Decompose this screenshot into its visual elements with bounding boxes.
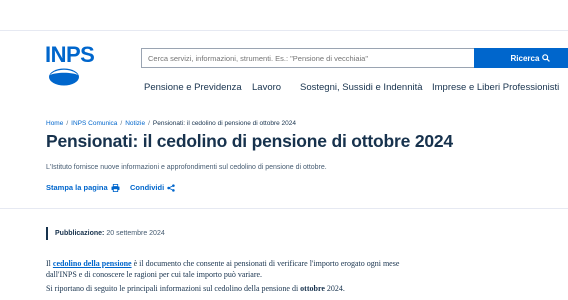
logo-mark-icon: [49, 68, 79, 86]
search-button-label: Ricerca: [510, 53, 540, 63]
nav-item-sostegni[interactable]: Sostegni, Sussidi e Indennità: [300, 82, 423, 93]
logo-text: INPS: [45, 42, 95, 67]
paragraph-1-line-1: Il cedolino della pensione è il document…: [46, 259, 399, 268]
nav-item-lavoro[interactable]: Lavoro: [252, 82, 281, 93]
breadcrumb-separator: /: [148, 120, 150, 127]
paragraph-text: 2024.: [324, 284, 345, 293]
search-bar: Ricerca: [141, 48, 568, 68]
page-subtitle: L'Istituto fornisce nuove informazioni e…: [46, 164, 327, 171]
cedolino-link[interactable]: cedolino della pensione: [53, 259, 132, 268]
nav-item-imprese[interactable]: Imprese e Liberi Professionisti: [432, 82, 559, 93]
breadcrumb-notizie[interactable]: Notizie: [125, 120, 145, 127]
page-title: Pensionati: il cedolino di pensione di o…: [46, 131, 453, 151]
paragraph-text: è il documento che consente ai pensionat…: [131, 259, 400, 268]
breadcrumb-home[interactable]: Home: [46, 120, 63, 127]
inps-logo[interactable]: INPS: [45, 44, 95, 92]
breadcrumb: Home / INPS Comunica / Notizie / Pensionati: i…: [46, 120, 296, 127]
paragraph-1-line-2: dall'INPS e di conoscere le ragioni per …: [46, 270, 263, 279]
share-label: Condividi: [130, 183, 165, 192]
share-link[interactable]: Condividi: [130, 183, 175, 192]
search-icon: [542, 54, 551, 62]
search-button[interactable]: Ricerca: [474, 48, 568, 68]
top-bar: [0, 0, 568, 30]
paragraph-text: Si riportano di seguito le principali in…: [46, 284, 301, 293]
printer-icon: [111, 183, 120, 192]
print-page-label: Stampa la pagina: [46, 183, 108, 192]
share-icon: [167, 183, 175, 192]
paragraph-2: Si riportano di seguito le principali in…: [46, 284, 345, 293]
header-divider: [0, 30, 568, 31]
paragraph-bold: ottobre: [300, 284, 325, 293]
publication-info: Pubblicazione: 20 settembre 2024: [46, 227, 165, 240]
publication-label: Pubblicazione:: [55, 230, 105, 237]
nav-item-pensione-previdenza[interactable]: Pensione e Previdenza: [144, 82, 242, 93]
paragraph-text: Il: [46, 259, 53, 268]
breadcrumb-current: Pensionati: il cedolino di pensione di o…: [152, 120, 297, 127]
section-divider: [0, 208, 568, 209]
print-page-link[interactable]: Stampa la pagina: [46, 183, 120, 192]
breadcrumb-separator: /: [66, 120, 69, 127]
search-input[interactable]: [141, 48, 480, 68]
publication-date: 20 settembre 2024: [106, 230, 165, 237]
breadcrumb-inps-comunica[interactable]: INPS Comunica: [71, 120, 117, 127]
